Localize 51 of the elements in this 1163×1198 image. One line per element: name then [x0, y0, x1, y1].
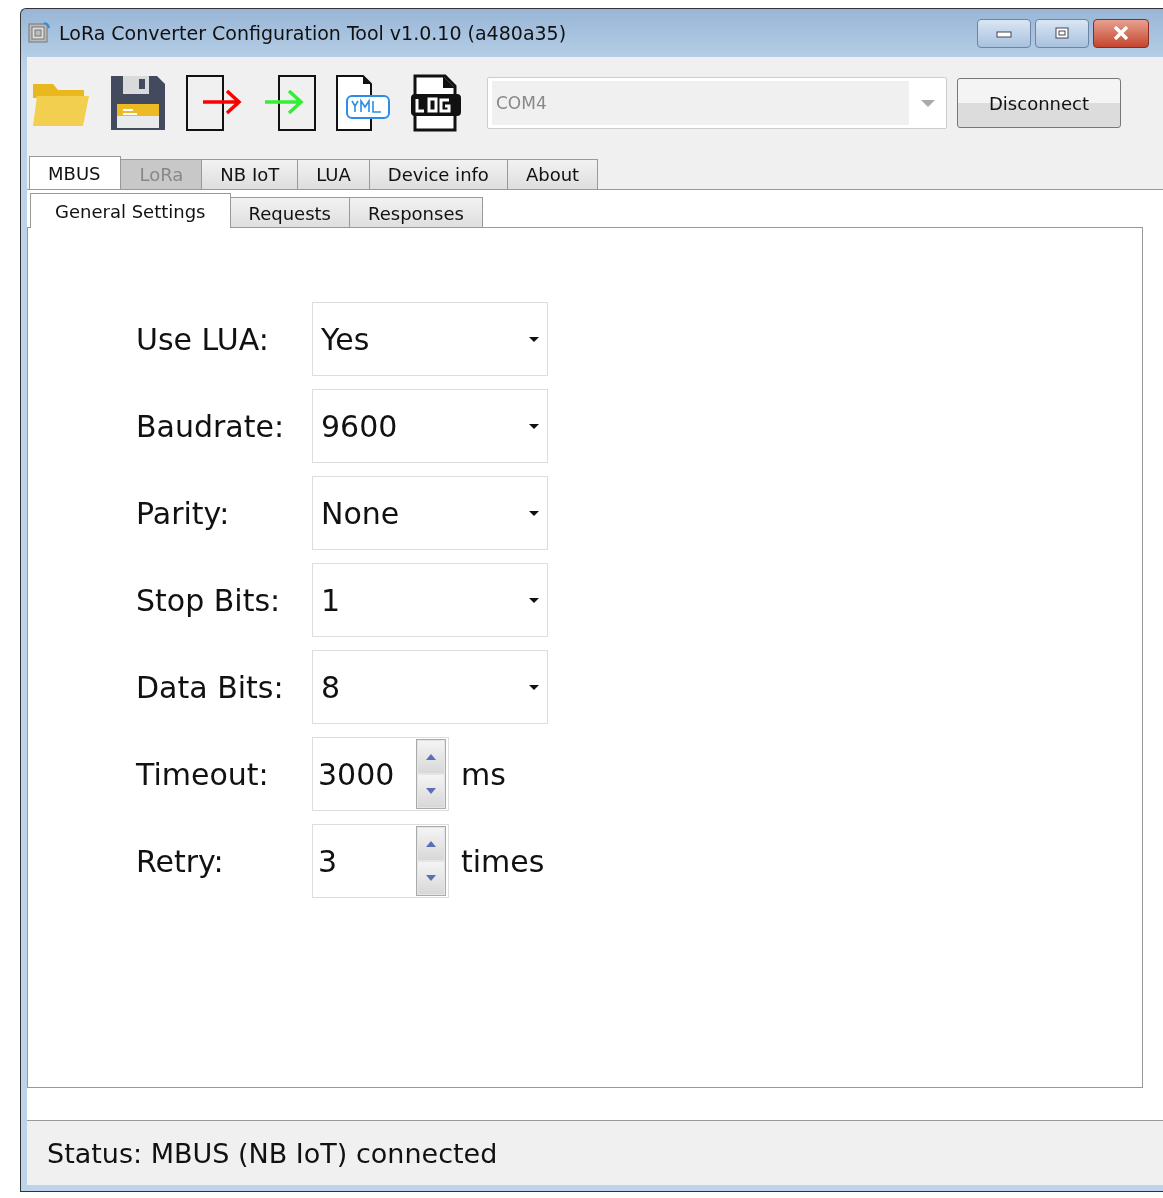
field-label: Baudrate:: [136, 408, 286, 444]
minimize-icon: [994, 28, 1014, 38]
app-icon: [27, 21, 51, 45]
spin-up-button[interactable]: [417, 827, 445, 861]
tab[interactable]: About: [506, 159, 599, 189]
close-button[interactable]: [1093, 18, 1149, 48]
number-field[interactable]: 3: [312, 824, 449, 898]
tab[interactable]: Responses: [349, 197, 483, 228]
spin-up-button[interactable]: [417, 740, 445, 774]
tab[interactable]: NB IoT: [201, 159, 299, 189]
down-triangle-icon: [426, 788, 436, 794]
dropdown[interactable]: 1: [312, 563, 548, 637]
import-arrow-icon[interactable]: [263, 74, 317, 132]
spin-down-button[interactable]: [417, 774, 445, 808]
dropdown[interactable]: None: [312, 476, 548, 550]
tab[interactable]: General Settings: [30, 193, 231, 228]
field-label: Retry:: [136, 843, 225, 879]
field-label: Use LUA:: [136, 321, 270, 357]
unit-label: ms: [461, 756, 506, 792]
minimize-button[interactable]: [977, 18, 1031, 48]
window-title: LoRa Converter Configuration Tool v1.0.10 (a480a35): [59, 22, 568, 44]
caret-icon: [529, 684, 539, 690]
tab[interactable]: Requests: [229, 197, 350, 228]
dropdown[interactable]: 8: [312, 650, 548, 724]
caret-icon: [529, 423, 539, 429]
tab[interactable]: Device info: [368, 159, 508, 189]
maximize-button[interactable]: [1035, 18, 1089, 48]
close-icon: [1111, 26, 1131, 40]
up-triangle-icon: [426, 754, 436, 760]
disconnect-button[interactable]: Disconnect: [957, 78, 1121, 128]
up-triangle-icon: [426, 841, 436, 847]
restore-icon: [1052, 26, 1072, 40]
field-label: Timeout:: [136, 756, 270, 792]
floppy-disk-icon[interactable]: [109, 74, 167, 132]
field-label: Data Bits:: [136, 669, 285, 705]
caret-icon: [529, 597, 539, 603]
status-text: Status: MBUS (NB IoT) connected: [47, 1137, 498, 1169]
field-label: Stop Bits:: [136, 582, 282, 618]
unit-label: times: [461, 843, 545, 879]
spin-down-button[interactable]: [417, 861, 445, 895]
caret-icon: [529, 510, 539, 516]
caret-icon: [529, 336, 539, 342]
dropdown[interactable]: Yes: [312, 302, 548, 376]
tab[interactable]: LUA: [297, 159, 370, 189]
field-label: Parity:: [136, 495, 231, 531]
tab[interactable]: MBUS: [29, 156, 122, 189]
caret-icon: [921, 99, 935, 107]
down-triangle-icon: [426, 875, 436, 881]
number-field[interactable]: 3000: [312, 737, 449, 811]
dropdown[interactable]: 9600: [312, 389, 548, 463]
yml-file-icon[interactable]: [335, 74, 391, 132]
